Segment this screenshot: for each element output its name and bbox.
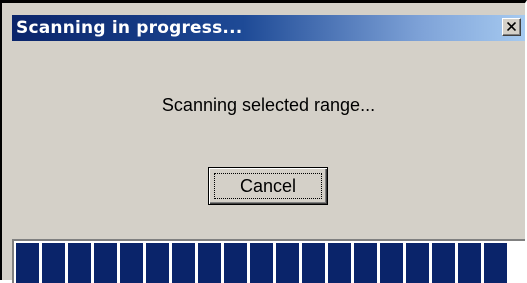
progress-segment xyxy=(302,243,325,283)
scanning-dialog: Scanning in progress... Scanning selecte… xyxy=(0,0,527,283)
progress-segment xyxy=(146,243,169,283)
progress-segment xyxy=(380,243,403,283)
progress-segment xyxy=(198,243,221,283)
progress-bar xyxy=(12,239,525,283)
progress-segment xyxy=(484,243,507,283)
progress-segment xyxy=(328,243,351,283)
title-bar[interactable]: Scanning in progress... xyxy=(12,15,525,41)
progress-segment xyxy=(68,243,91,283)
progress-segment xyxy=(250,243,273,283)
cancel-button-label: Cancel xyxy=(214,173,322,199)
progress-segment xyxy=(224,243,247,283)
progress-segment xyxy=(276,243,299,283)
progress-segment xyxy=(458,243,481,283)
progress-segment xyxy=(120,243,143,283)
close-button[interactable] xyxy=(502,18,521,36)
progress-segment xyxy=(94,243,117,283)
cancel-button[interactable]: Cancel xyxy=(208,167,328,205)
progress-fill xyxy=(16,243,525,283)
progress-segment xyxy=(16,243,39,283)
close-icon xyxy=(507,22,516,31)
progress-segment xyxy=(406,243,429,283)
progress-segment xyxy=(172,243,195,283)
progress-segment xyxy=(354,243,377,283)
progress-segment xyxy=(432,243,455,283)
progress-segment xyxy=(42,243,65,283)
status-message: Scanning selected range... xyxy=(161,95,376,115)
dialog-title: Scanning in progress... xyxy=(16,18,243,38)
